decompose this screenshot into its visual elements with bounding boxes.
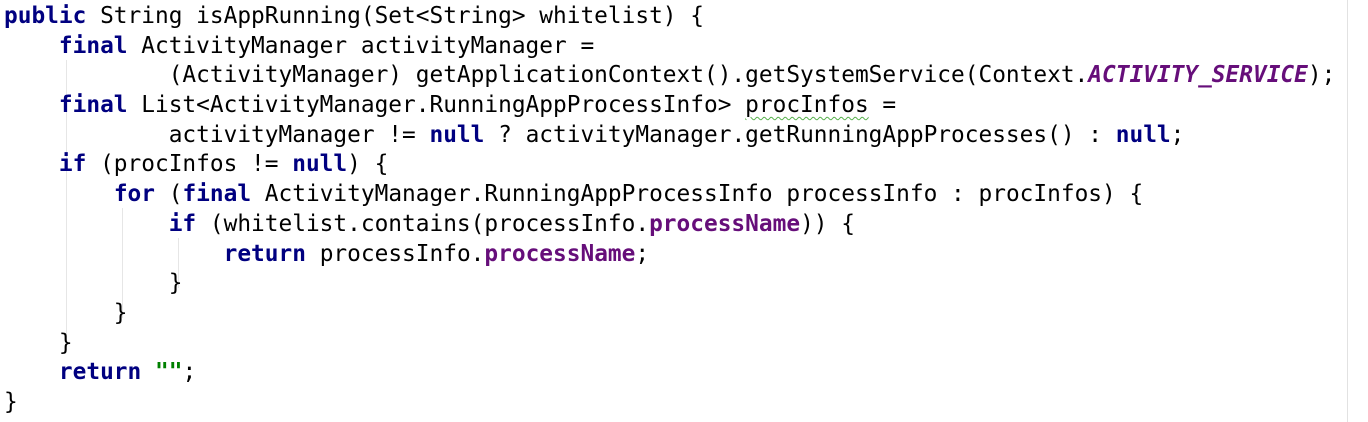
code-line[interactable]: public String isAppRunning(Set<String> w… bbox=[4, 2, 1335, 32]
code-token: ( bbox=[155, 181, 183, 208]
code-token: List<ActivityManager.RunningAppProcessIn… bbox=[127, 92, 746, 119]
code-editor[interactable]: public String isAppRunning(Set<String> w… bbox=[0, 0, 1368, 422]
code-token: = bbox=[868, 92, 897, 119]
code-field: processName bbox=[649, 210, 801, 237]
code-line[interactable]: return processInfo.processName; bbox=[4, 240, 1335, 270]
code-keyword: final bbox=[58, 92, 128, 119]
code-text[interactable]: public String isAppRunning(Set<String> w… bbox=[4, 2, 1335, 418]
code-token: ; bbox=[1170, 121, 1185, 148]
code-line[interactable]: if (whitelist.contains(processInfo.proce… bbox=[4, 210, 1335, 240]
code-line[interactable]: } bbox=[4, 388, 1335, 418]
code-line[interactable]: return ""; bbox=[4, 358, 1335, 388]
code-field: processName bbox=[484, 240, 636, 267]
code-token: (ActivityManager) getApplicationContext(… bbox=[4, 62, 1089, 89]
code-keyword: return bbox=[223, 240, 306, 267]
code-keyword: if bbox=[58, 151, 87, 178]
code-token: } bbox=[4, 299, 128, 326]
code-keyword: for bbox=[113, 181, 155, 208]
code-token: (procInfos != bbox=[86, 151, 293, 178]
right-margin-guide bbox=[1347, 0, 1348, 422]
code-token: )) { bbox=[800, 210, 855, 237]
code-line[interactable]: } bbox=[4, 269, 1335, 299]
code-line[interactable]: for (final ActivityManager.RunningAppPro… bbox=[4, 180, 1335, 210]
code-keyword: null bbox=[429, 121, 485, 148]
code-constant: ACTIVITY_SERVICE bbox=[1088, 62, 1308, 89]
code-token: ActivityManager activityManager = bbox=[127, 32, 595, 59]
code-line[interactable]: } bbox=[4, 299, 1335, 329]
code-token: ; bbox=[635, 240, 650, 267]
code-token: ); bbox=[1307, 62, 1336, 89]
code-keyword: null bbox=[292, 151, 348, 178]
code-token: ? activityManager.getRunningAppProcesses… bbox=[484, 121, 1116, 148]
code-keyword: return bbox=[58, 359, 142, 386]
code-token: String isAppRunning(Set<String> whitelis… bbox=[86, 3, 704, 29]
code-keyword: null bbox=[1115, 121, 1171, 148]
code-token: } bbox=[4, 329, 73, 356]
code-line[interactable]: if (procInfos != null) { bbox=[4, 150, 1335, 180]
code-keyword: if bbox=[168, 210, 197, 237]
code-token: ; bbox=[182, 359, 197, 386]
code-line[interactable]: activityManager != null ? activityManage… bbox=[4, 121, 1335, 151]
code-token: } bbox=[4, 388, 18, 415]
code-token: } bbox=[4, 270, 183, 297]
code-keyword: public bbox=[4, 3, 87, 29]
code-typo-highlight: procInfos bbox=[745, 92, 869, 119]
code-token: ) { bbox=[347, 151, 389, 178]
code-line[interactable]: final List<ActivityManager.RunningAppPro… bbox=[4, 91, 1335, 121]
code-line[interactable]: } bbox=[4, 329, 1335, 359]
code-string: "" bbox=[155, 359, 183, 386]
code-token: ActivityManager.RunningAppProcessInfo pr… bbox=[251, 181, 1144, 208]
code-token: (whitelist.contains(processInfo. bbox=[196, 210, 650, 237]
code-line[interactable]: (ActivityManager) getApplicationContext(… bbox=[4, 61, 1336, 91]
code-token: activityManager != bbox=[4, 121, 430, 148]
code-keyword: final bbox=[182, 181, 252, 208]
code-keyword: final bbox=[58, 32, 128, 59]
code-token: processInfo. bbox=[305, 240, 485, 267]
code-line[interactable]: final ActivityManager activityManager = bbox=[4, 32, 1335, 62]
